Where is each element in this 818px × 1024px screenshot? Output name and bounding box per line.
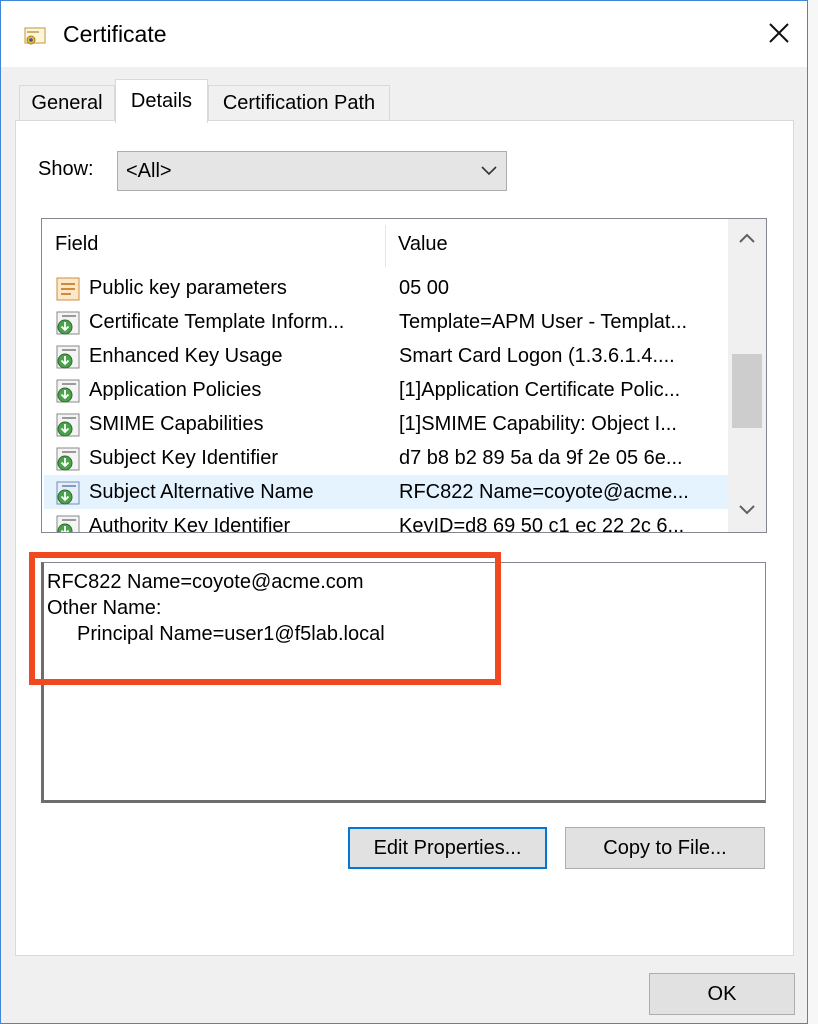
background-window bbox=[808, 0, 818, 1024]
scroll-down-icon[interactable] bbox=[737, 503, 757, 522]
scroll-up-icon[interactable] bbox=[737, 231, 757, 250]
ok-button[interactable]: OK bbox=[649, 973, 795, 1015]
extension-icon bbox=[54, 309, 82, 337]
extension-icon bbox=[54, 411, 82, 439]
certificate-icon bbox=[23, 23, 47, 47]
copy-to-file-button[interactable]: Copy to File... bbox=[565, 827, 765, 869]
field-value: [1]Application Certificate Polic... bbox=[399, 379, 681, 401]
field-name: Public key parameters bbox=[89, 277, 287, 299]
extension-icon bbox=[54, 377, 82, 405]
highlight-annotation bbox=[29, 552, 501, 685]
list-item[interactable]: SMIME Capabilities [1]SMIME Capability: … bbox=[44, 407, 728, 441]
field-name: Certificate Template Inform... bbox=[89, 311, 345, 333]
field-value: d7 b8 b2 89 5a da 9f 2e 05 6e... bbox=[399, 447, 683, 469]
list-item[interactable]: Public key parameters 05 00 bbox=[44, 271, 728, 305]
close-icon bbox=[769, 23, 789, 43]
button-label: Copy to File... bbox=[603, 836, 727, 859]
column-header-value[interactable]: Value bbox=[398, 233, 448, 256]
show-dropdown[interactable]: <All> bbox=[117, 151, 507, 191]
certificate-dialog: Certificate General Details Certificatio… bbox=[0, 0, 808, 1024]
button-label: OK bbox=[707, 982, 737, 1005]
tab-certification-path[interactable]: Certification Path bbox=[208, 85, 390, 121]
list-header: Field Value bbox=[42, 219, 728, 269]
list-item[interactable]: Authority Key Identifier KeyID=d8 69 50 … bbox=[44, 509, 728, 533]
field-name: SMIME Capabilities bbox=[89, 413, 264, 435]
field-name: Application Policies bbox=[89, 379, 262, 401]
extension-icon bbox=[54, 513, 82, 532]
chevron-down-icon bbox=[480, 164, 498, 182]
field-value: RFC822 Name=coyote@acme... bbox=[399, 481, 689, 503]
show-selected-value: <All> bbox=[126, 160, 172, 182]
field-name: Authority Key Identifier bbox=[89, 515, 291, 533]
list-item[interactable]: Application Policies [1]Application Cert… bbox=[44, 373, 728, 407]
extension-icon bbox=[54, 479, 82, 507]
extension-icon bbox=[54, 445, 82, 473]
tab-label: Details bbox=[130, 90, 193, 112]
title-bar: Certificate bbox=[1, 1, 807, 67]
field-value: 05 00 bbox=[399, 277, 450, 299]
field-value: KeyID=d8 69 50 c1 ec 22 2c 6... bbox=[399, 515, 685, 533]
field-value: Smart Card Logon (1.3.6.1.4.... bbox=[399, 345, 675, 367]
field-name: Subject Key Identifier bbox=[89, 447, 278, 469]
field-list: Field Value Public key parameters 05 00 … bbox=[41, 218, 767, 533]
window-title: Certificate bbox=[63, 21, 167, 47]
list-item[interactable]: Certificate Template Inform... Template=… bbox=[44, 305, 728, 339]
list-item[interactable]: Enhanced Key Usage Smart Card Logon (1.3… bbox=[44, 339, 728, 373]
list-item[interactable]: Subject Alternative Name RFC822 Name=coy… bbox=[44, 475, 728, 509]
tab-label: Certification Path bbox=[222, 92, 376, 114]
edit-properties-button[interactable]: Edit Properties... bbox=[348, 827, 547, 869]
column-header-field[interactable]: Field bbox=[55, 233, 98, 256]
column-divider[interactable] bbox=[385, 225, 386, 267]
field-value: [1]SMIME Capability: Object I... bbox=[399, 413, 677, 435]
list-item[interactable]: Subject Key Identifier d7 b8 b2 89 5a da… bbox=[44, 441, 728, 475]
button-label: Edit Properties... bbox=[373, 836, 522, 859]
field-name: Subject Alternative Name bbox=[89, 481, 314, 503]
tab-general[interactable]: General bbox=[19, 85, 115, 121]
scrollbar-thumb[interactable] bbox=[732, 354, 762, 428]
field-name: Enhanced Key Usage bbox=[89, 345, 283, 367]
tab-label: General bbox=[31, 92, 103, 114]
close-button[interactable] bbox=[757, 11, 801, 55]
extension-icon bbox=[54, 343, 82, 371]
show-label: Show: bbox=[38, 158, 94, 180]
list-scrollbar[interactable] bbox=[728, 219, 766, 532]
certificate-field-icon bbox=[54, 275, 82, 303]
field-value: Template=APM User - Templat... bbox=[399, 311, 688, 333]
tab-details[interactable]: Details bbox=[115, 79, 208, 123]
